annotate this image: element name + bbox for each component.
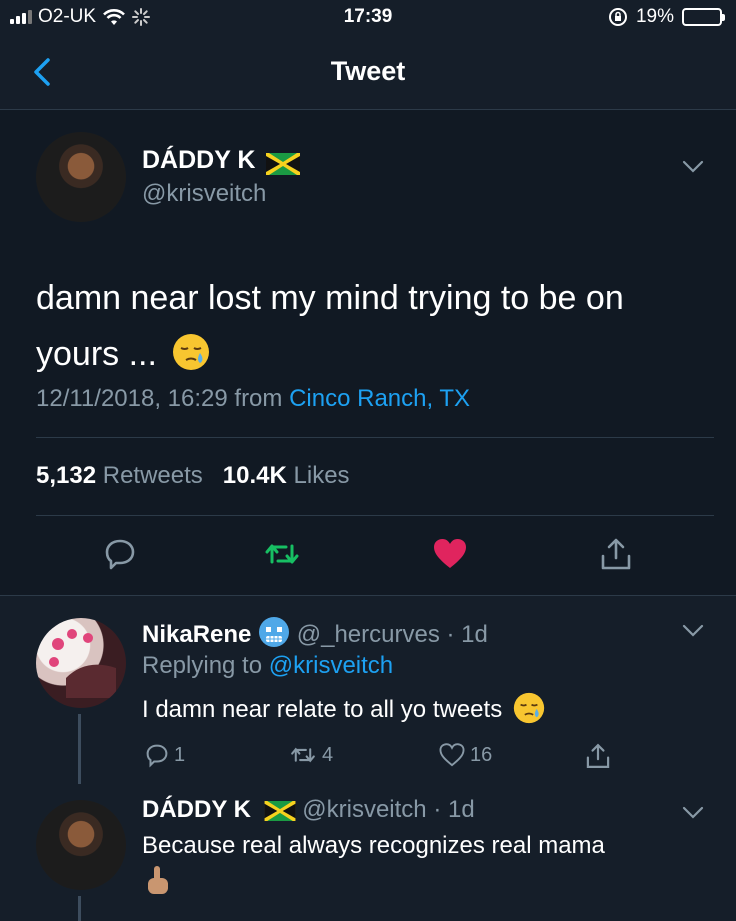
main-tweet: DÁDDY K @krisveitch damn near lost my mi… (0, 110, 736, 595)
reply-like-button[interactable]: 16 (438, 742, 492, 768)
chevron-down-icon[interactable] (682, 806, 704, 820)
reply-author-name[interactable]: DÁDDY K (142, 796, 251, 823)
reply-handle[interactable]: @_hercurves (297, 621, 440, 648)
battery-percent: 19% (635, 6, 674, 27)
replying-to-link[interactable]: @krisveitch (269, 652, 393, 679)
pointing-up-hand-icon (148, 866, 168, 894)
author-name[interactable]: DÁDDY K (142, 146, 255, 174)
tweet-text: damn near lost my mind trying to be on y… (36, 270, 696, 382)
chevron-down-icon[interactable] (682, 160, 704, 174)
status-bar: O2-UK 17:39 19% (0, 0, 736, 36)
battery-icon (682, 8, 725, 26)
orientation-lock-icon (608, 8, 627, 26)
chevron-down-icon[interactable] (682, 624, 704, 638)
jamaica-flag-icon (264, 800, 296, 821)
tweet-stats: 5,132 Retweets 10.4K Likes (36, 462, 350, 490)
author-handle[interactable]: @krisveitch (142, 180, 266, 208)
reply-text: Because real always recognizes real mama (142, 832, 605, 859)
author-block: DÁDDY K (142, 146, 300, 175)
share-icon[interactable] (598, 536, 634, 572)
heart-filled-icon[interactable] (432, 536, 468, 572)
reply-icon (146, 744, 168, 768)
reply-reply-button[interactable]: 1 (144, 742, 185, 768)
timestamp: 12/11/2018, 16:29 from (36, 385, 290, 412)
sleepy-face-icon (513, 692, 545, 724)
replying-to: Replying to @krisveitch (142, 652, 394, 679)
reply-age: · 1d (433, 796, 475, 823)
reply-handle[interactable]: @krisveitch (302, 796, 426, 823)
avatar[interactable] (36, 800, 126, 890)
tweet-meta: 12/11/2018, 16:29 from Cinco Ranch, TX (36, 385, 470, 413)
thread-line (78, 896, 81, 921)
heart-icon (439, 743, 465, 767)
reply-header: DÁDDY K @krisveitch · 1d (142, 796, 475, 824)
divider (36, 437, 714, 438)
share-icon[interactable] (584, 742, 612, 770)
reply-icon[interactable] (102, 536, 138, 572)
reply-text: I damn near relate to all yo tweets (142, 692, 545, 724)
divider (36, 515, 714, 516)
retweet-icon[interactable] (264, 536, 300, 572)
likes-stat[interactable]: 10.4K Likes (223, 462, 350, 489)
reply-header: NikaRene @_hercurves · 1d (142, 616, 488, 649)
avatar[interactable] (36, 618, 126, 708)
reply-retweet-button[interactable]: 4 (288, 742, 333, 768)
reply-author-name[interactable]: NikaRene (142, 621, 251, 648)
cold-face-icon (259, 617, 290, 647)
retweet-icon (291, 747, 315, 763)
tweet-body: damn near lost my mind trying to be on y… (36, 279, 624, 373)
nav-bar: Tweet (0, 36, 736, 110)
jamaica-flag-icon (265, 152, 300, 175)
avatar[interactable] (36, 132, 126, 222)
thread-line (78, 714, 81, 784)
sleepy-face-icon (173, 334, 210, 370)
page-title: Tweet (330, 56, 406, 86)
location-link[interactable]: Cinco Ranch, TX (289, 385, 470, 412)
replies-section: NikaRene @_hercurves · 1d Replying to @k… (0, 595, 736, 921)
reply-age: · 1d (446, 621, 488, 648)
retweets-stat[interactable]: 5,132 Retweets (36, 462, 203, 489)
